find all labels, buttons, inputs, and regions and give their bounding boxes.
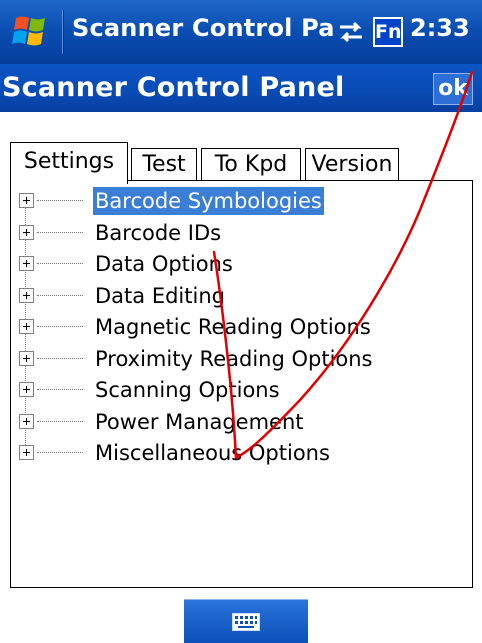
status-separator: [62, 10, 64, 54]
tree-item-scanning-options[interactable]: Scanning Options: [17, 376, 457, 404]
tab-settings-label: Settings: [23, 149, 115, 174]
tree-item-label: Proximity Reading Options: [95, 346, 373, 371]
expand-plus-icon[interactable]: [19, 350, 34, 366]
expand-plus-icon[interactable]: [19, 382, 34, 397]
tree-item-data-editing[interactable]: Data Editing: [17, 282, 457, 310]
keyboard-icon: [232, 613, 260, 631]
bottom-bar: [0, 590, 482, 643]
tree-connector-dots: [37, 452, 83, 453]
windows-start-icon[interactable]: [8, 12, 56, 52]
status-title[interactable]: Scanner Control Pa: [72, 14, 335, 42]
expand-plus-icon[interactable]: [19, 193, 34, 208]
expand-plus-icon[interactable]: [19, 319, 34, 334]
status-bar: Scanner Control Pa Fn 2:33: [0, 0, 482, 64]
expand-plus-icon[interactable]: [19, 445, 34, 460]
tab-to-kpd-label: To Kpd: [214, 152, 288, 177]
tree-item-label: Data Editing: [95, 283, 225, 308]
sync-icon[interactable]: [336, 19, 366, 45]
tree-item-power-management[interactable]: Power Management: [17, 408, 457, 436]
ok-button[interactable]: ok: [433, 73, 473, 105]
expand-plus-icon[interactable]: [19, 224, 34, 240]
tree-connector-dots: [37, 231, 83, 233]
tree-connector-dots: [37, 420, 83, 422]
tab-version[interactable]: Version: [305, 148, 399, 182]
expand-plus-icon[interactable]: [19, 287, 34, 303]
tree-item-label: Miscellaneous Options: [95, 441, 330, 465]
tab-settings[interactable]: Settings: [10, 142, 128, 184]
tree-connector-dots: [37, 263, 83, 264]
tree-item-label: Barcode IDs: [95, 220, 222, 245]
tree-connector-dots: [37, 200, 83, 201]
tab-strip: Settings Test To Kpd Version: [0, 112, 482, 184]
settings-tree[interactable]: Barcode Symbologies Barcode IDs Data Optio…: [10, 180, 473, 588]
tree-connector-dots: [37, 326, 83, 327]
page-title: Scanner Control Panel: [2, 72, 345, 103]
tree-item-data-options[interactable]: Data Options: [17, 250, 457, 278]
tree-item-label: Data Options: [95, 252, 233, 276]
tab-version-label: Version: [311, 152, 393, 177]
tree-item-label: Barcode Symbologies: [93, 187, 324, 215]
title-bar: Scanner Control Panel ok: [0, 64, 482, 112]
tree-connector-dots: [37, 389, 83, 390]
tree-item-miscellaneous-options[interactable]: Miscellaneous Options: [17, 439, 457, 467]
tab-to-kpd[interactable]: To Kpd: [201, 148, 301, 182]
tree-item-label: Power Management: [95, 409, 304, 434]
tree-item-proximity-reading-options[interactable]: Proximity Reading Options: [17, 345, 457, 373]
tab-test-label: Test: [142, 152, 186, 177]
expand-plus-icon[interactable]: [19, 413, 34, 429]
tab-test[interactable]: Test: [131, 148, 197, 182]
fn-key-indicator[interactable]: Fn: [373, 17, 403, 47]
tree-item-magnetic-reading-options[interactable]: Magnetic Reading Options: [17, 313, 457, 341]
tree-item-label: Scanning Options: [95, 378, 280, 402]
tree-connector-dots: [37, 294, 83, 296]
expand-plus-icon[interactable]: [19, 256, 34, 271]
tree-item-barcode-symbologies[interactable]: Barcode Symbologies: [17, 187, 457, 215]
tree-connector-dots: [37, 357, 83, 359]
tree-item-barcode-ids[interactable]: Barcode IDs: [17, 219, 457, 247]
tree-item-label: Magnetic Reading Options: [95, 315, 371, 339]
input-panel-button[interactable]: [184, 599, 308, 643]
clock-time[interactable]: 2:33: [410, 14, 470, 42]
